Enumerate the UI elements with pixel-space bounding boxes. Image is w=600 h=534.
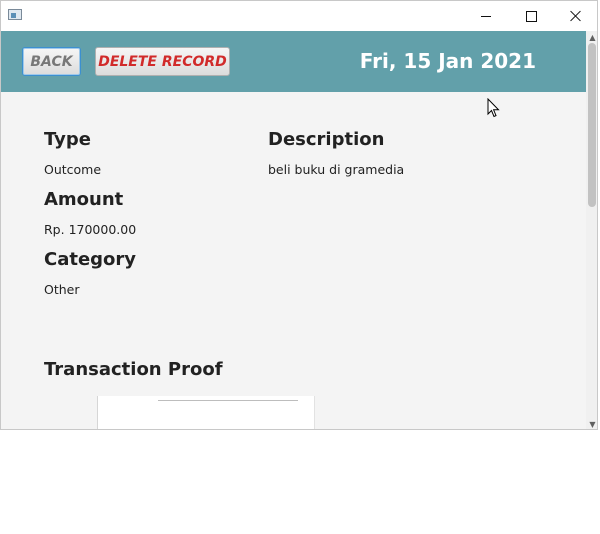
delete-record-button[interactable]: DELETE RECORD (95, 47, 230, 76)
title-bar (1, 1, 597, 31)
record-details: Type Outcome Amount Rp. 170000.00 Catego… (1, 92, 586, 429)
close-button[interactable] (553, 1, 597, 31)
back-button[interactable]: BACK (22, 47, 81, 76)
maximize-button[interactable] (508, 1, 554, 31)
type-label: Type (44, 129, 91, 150)
record-date: Fri, 15 Jan 2021 (359, 49, 536, 73)
transaction-proof-label: Transaction Proof (44, 359, 223, 380)
close-icon (570, 10, 582, 22)
description-value: beli buku di gramedia (268, 162, 405, 177)
vertical-scrollbar[interactable]: ▲ ▼ (586, 31, 597, 429)
record-header: BACK DELETE RECORD Fri, 15 Jan 2021 (1, 31, 586, 92)
amount-label: Amount (44, 189, 124, 210)
description-label: Description (268, 129, 385, 150)
transaction-proof-image (97, 396, 315, 429)
mouse-cursor-icon (487, 98, 500, 118)
app-icon (8, 9, 22, 20)
app-window: BACK DELETE RECORD Fri, 15 Jan 2021 Type… (0, 0, 598, 430)
maximize-icon (525, 10, 537, 22)
amount-value: Rp. 170000.00 (44, 222, 137, 237)
scroll-down-arrow-icon[interactable]: ▼ (586, 418, 597, 429)
minimize-button[interactable] (463, 1, 509, 31)
minimize-icon (481, 15, 491, 17)
scroll-thumb[interactable] (588, 43, 596, 207)
type-value: Outcome (44, 162, 102, 177)
category-value: Other (44, 282, 80, 297)
category-label: Category (44, 249, 137, 270)
